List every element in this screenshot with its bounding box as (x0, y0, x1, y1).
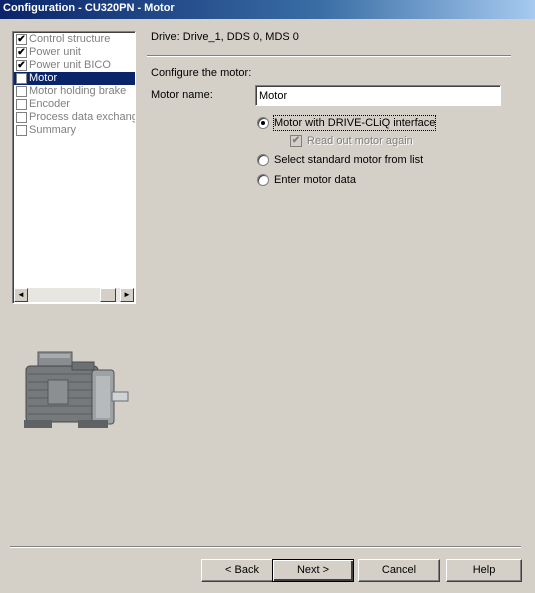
scrollbar-thumb[interactable] (100, 288, 116, 302)
next-button[interactable]: Next > (272, 559, 354, 582)
header-divider (147, 55, 511, 57)
radio-unselected-icon[interactable] (257, 154, 269, 166)
unchecked-icon (16, 99, 27, 110)
checked-icon: ✔ (16, 34, 27, 45)
horizontal-scrollbar[interactable]: ◄ ► (14, 288, 134, 302)
window-title: Configuration - CU320PN - Motor (0, 0, 535, 19)
tree-item-control-structure[interactable]: ✔ Control structure (14, 33, 135, 46)
unchecked-icon (16, 73, 27, 84)
tree-item-motor[interactable]: Motor (14, 72, 135, 85)
radio-selected-icon[interactable] (257, 117, 269, 129)
step-tree[interactable]: ✔ Control structure ✔ Power unit ✔ Power… (12, 31, 136, 304)
section-label: Configure the motor: (151, 67, 252, 79)
back-button[interactable]: < Back (201, 559, 283, 582)
tree-item-process-data-exchange[interactable]: Process data exchange (14, 111, 135, 124)
unchecked-icon (16, 112, 27, 123)
help-button[interactable]: Help (446, 559, 522, 582)
scroll-right-icon[interactable]: ► (120, 288, 134, 302)
tree-item-power-unit[interactable]: ✔ Power unit (14, 46, 135, 59)
tree-item-motor-holding-brake[interactable]: Motor holding brake (14, 85, 135, 98)
footer-divider (10, 546, 521, 548)
motor-image (24, 351, 129, 428)
scroll-left-icon[interactable]: ◄ (14, 288, 28, 302)
drive-info: Drive: Drive_1, DDS 0, MDS 0 (151, 31, 299, 43)
checked-icon: ✔ (16, 47, 27, 58)
unchecked-icon (16, 125, 27, 136)
motor-name-input[interactable] (255, 85, 501, 106)
tree-item-encoder[interactable]: Encoder (14, 98, 135, 111)
checked-icon: ✔ (16, 60, 27, 71)
radio-unselected-icon[interactable] (257, 174, 269, 186)
tree-item-summary[interactable]: Summary (14, 124, 135, 137)
tree-item-power-unit-bico[interactable]: ✔ Power unit BICO (14, 59, 135, 72)
checked-icon: ✔ (290, 135, 302, 147)
motor-name-label: Motor name: (151, 89, 213, 101)
cancel-button[interactable]: Cancel (358, 559, 440, 582)
unchecked-icon (16, 86, 27, 97)
